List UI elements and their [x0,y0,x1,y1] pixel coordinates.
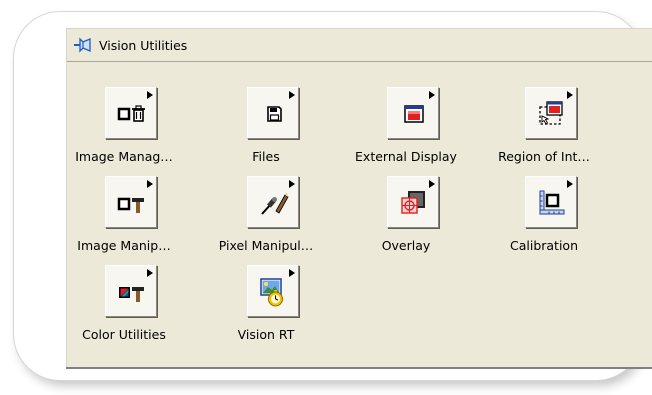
pin-icon[interactable] [73,35,93,55]
submenu-arrow-icon [429,91,435,99]
image-manipulation-icon [117,197,144,213]
region-of-interest-button[interactable] [525,87,577,139]
palette-bottom-border [66,367,652,369]
floppy-disk-icon [267,106,282,122]
submenu-arrow-icon [289,91,295,99]
tile-label: Calibration [509,238,578,253]
tile-label: External Display [355,149,457,164]
image-management-icon [117,105,145,122]
submenu-arrow-icon [289,269,295,277]
tile-overlay[interactable]: Overlay [349,176,459,256]
tile-external-display[interactable]: External Display [349,87,459,167]
submenu-arrow-icon [289,180,295,188]
submenu-arrow-icon [147,269,153,277]
tile-label: Image Manag… [75,149,173,164]
color-utilities-button[interactable] [105,265,157,317]
tile-label: Files [252,149,280,164]
external-display-button[interactable] [387,87,439,139]
calibration-button[interactable] [525,176,577,228]
submenu-arrow-icon [567,180,573,188]
tile-label: Color Utilities [82,327,166,342]
tile-vision-rt[interactable]: Vision RT [209,265,319,345]
image-management-button[interactable] [105,87,157,139]
tile-image-manipulation[interactable]: Image Manip… [67,176,177,256]
overlay-button[interactable] [387,176,439,228]
pixel-manipulation-button[interactable] [247,176,299,228]
tile-pixel-manipulation[interactable]: Pixel Manipul… [209,176,319,256]
tile-label: Vision RT [237,327,295,342]
files-button[interactable] [247,87,299,139]
submenu-arrow-icon [429,180,435,188]
tile-label: Overlay [381,238,431,253]
vision-utilities-palette: Vision Utilities Image Manag… Files Exte… [66,28,652,369]
tile-image-management[interactable]: Image Manag… [67,87,177,167]
region-of-interest-icon [539,101,563,125]
submenu-arrow-icon [147,91,153,99]
vision-rt-button[interactable] [247,265,299,317]
color-utilities-icon [119,287,144,302]
tile-label: Image Manip… [77,238,171,253]
palette-title: Vision Utilities [99,37,188,53]
submenu-arrow-icon [147,180,153,188]
calibration-icon [539,190,565,215]
tile-label: Pixel Manipul… [218,238,314,253]
tile-calibration[interactable]: Calibration [487,176,597,256]
tile-files[interactable]: Files [209,87,319,167]
image-manipulation-button[interactable] [105,176,157,228]
tile-label: Region of Int… [498,149,590,164]
tile-region-of-interest[interactable]: Region of Int… [487,87,597,167]
tile-color-utilities[interactable]: Color Utilities [67,265,177,345]
pixel-manipulation-icon [261,192,289,215]
vision-rt-icon [260,278,283,307]
external-display-icon [404,105,424,123]
palette-titlebar: Vision Utilities [67,29,652,62]
overlay-icon [401,191,425,214]
submenu-arrow-icon [567,91,573,99]
